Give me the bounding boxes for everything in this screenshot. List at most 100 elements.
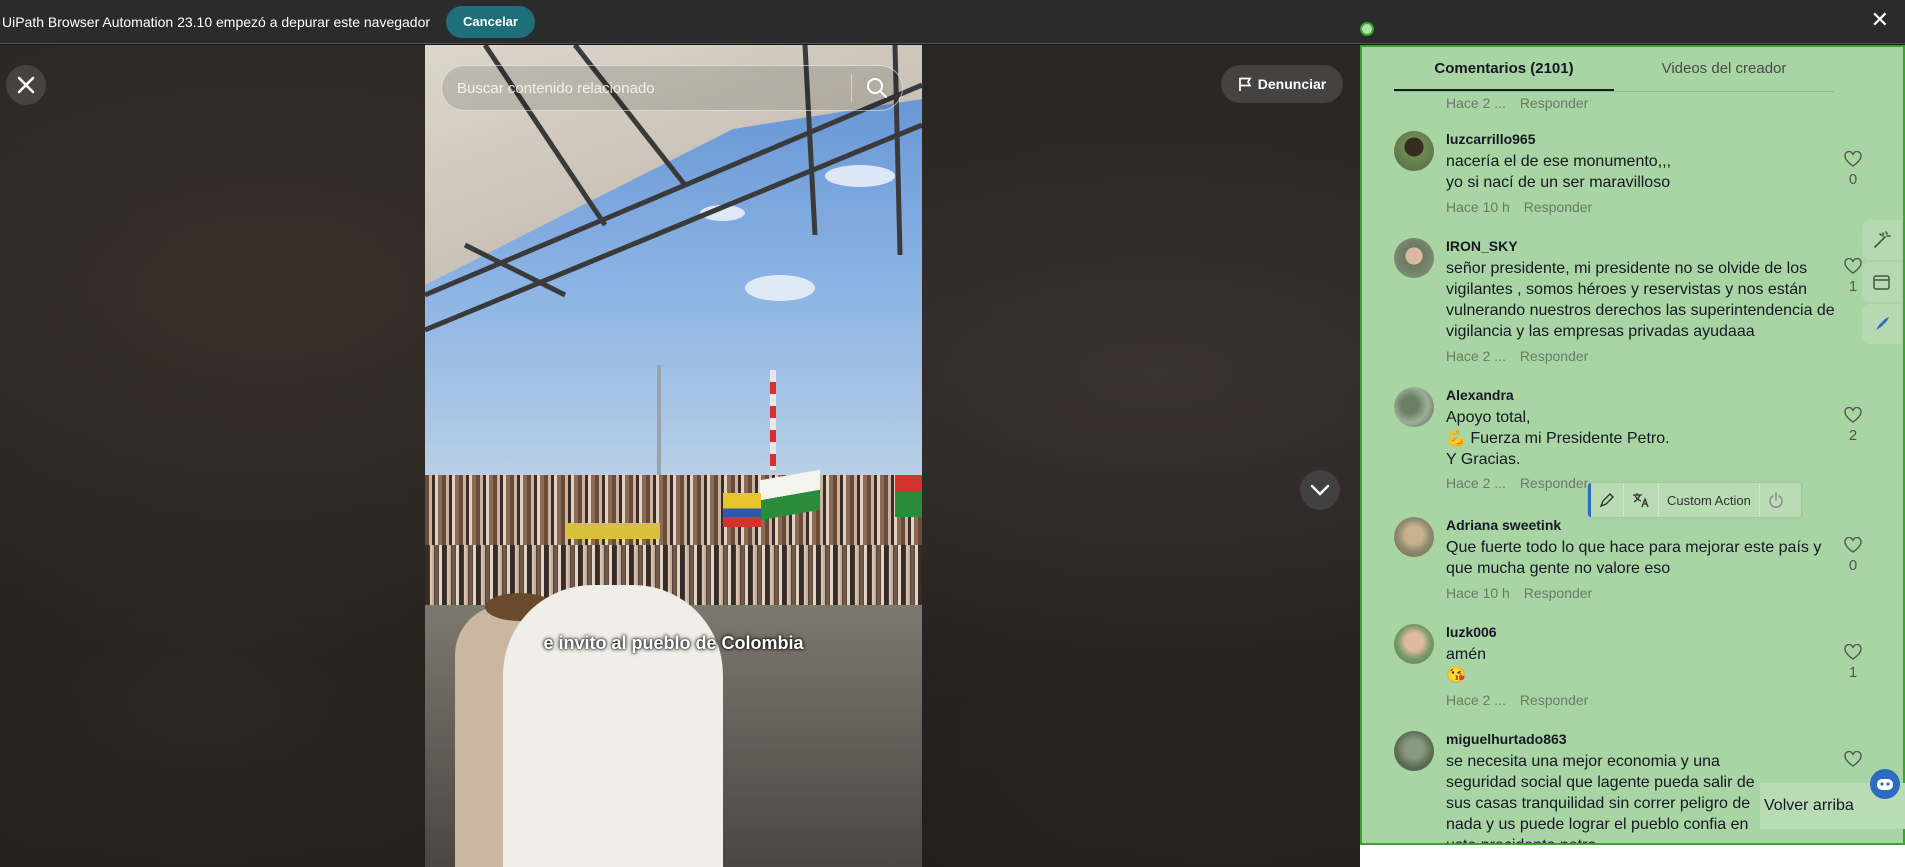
like-button[interactable]: 2 (1838, 406, 1868, 444)
heart-icon (1844, 643, 1862, 660)
like-button[interactable]: 0 (1838, 536, 1868, 574)
rocket-icon (1876, 317, 1889, 330)
close-video-button[interactable] (6, 65, 46, 105)
comment-line: amén (1446, 646, 1487, 663)
heart-icon (1844, 536, 1862, 553)
like-button[interactable]: 1 (1838, 643, 1868, 681)
comment-line: nacería el de ese monumento,,, (1446, 153, 1672, 170)
reply-link[interactable]: Responder (1520, 692, 1589, 708)
comment-time: Hace 2 ... (1446, 348, 1506, 364)
heart-icon (1844, 750, 1862, 767)
comment-line: Apoyo total, (1446, 409, 1531, 426)
tab-creator-videos[interactable]: Videos del creador (1614, 47, 1834, 91)
comment-meta: Hace 2 ... Responder (1446, 475, 1598, 491)
comment-time: Hace 10 h (1446, 585, 1510, 601)
cancel-button[interactable]: Cancelar (446, 5, 535, 38)
avatar[interactable] (1394, 238, 1434, 278)
close-debug-icon[interactable]: ✕ (1871, 8, 1889, 32)
comment-line: 💪 Fuerza mi Presidente Petro. (1446, 430, 1670, 447)
video-subtitle: e invito al pueblo de Colombia (543, 633, 804, 653)
comments-panel: Comentarios (2101) Videos del creador Ha… (1360, 45, 1905, 845)
panel-bottom-area (1360, 845, 1905, 867)
search-input[interactable] (442, 79, 851, 97)
comment-line: Y Gracias. (1446, 451, 1521, 468)
comment-time: Hace 2 ... (1446, 95, 1506, 111)
comment-text: amén 😘 (1446, 644, 1836, 686)
magic-wand-icon (1874, 231, 1891, 248)
comment-text: señor presidente, mi presidente no se ol… (1446, 260, 1835, 340)
antenna-tower (770, 370, 776, 470)
custom-action-button[interactable]: Custom Action (1659, 483, 1760, 517)
comment-text: Que fuerte todo lo que hace para mejorar… (1446, 539, 1822, 577)
comment-username[interactable]: luzk006 (1446, 624, 1497, 640)
report-button[interactable]: Denunciar (1221, 65, 1343, 103)
tab-comments[interactable]: Comentarios (2101) (1394, 47, 1614, 91)
pencil-icon (1599, 493, 1614, 508)
heart-icon (1844, 257, 1862, 274)
comment-text: Apoyo total, 💪 Fuerza mi Presidente Petr… (1446, 407, 1836, 470)
close-icon (17, 76, 35, 94)
comment-time: Hace 2 ... (1446, 475, 1506, 491)
search-button[interactable] (852, 77, 902, 99)
banner (565, 523, 660, 539)
video-frame[interactable]: e invito al pueblo de Colombia (425, 45, 922, 867)
like-count: 0 (1848, 557, 1858, 574)
power-icon (1769, 492, 1783, 508)
reply-link[interactable]: Responder (1520, 95, 1589, 111)
like-count: 2 (1848, 427, 1858, 444)
comment-username[interactable]: Alexandra (1446, 387, 1514, 403)
power-tool[interactable] (1760, 483, 1792, 517)
side-tool-button[interactable] (1862, 262, 1902, 302)
flag-icon (1238, 77, 1252, 91)
side-tool-button[interactable] (1862, 304, 1902, 344)
speaker (503, 585, 723, 867)
tab-divider (1394, 91, 1834, 92)
debug-message: UiPath Browser Automation 23.10 empezó a… (2, 13, 431, 30)
heart-icon (1844, 406, 1862, 423)
highlight-tool[interactable] (1591, 483, 1624, 517)
comment-meta: Hace 2 ... Responder (1446, 95, 1598, 111)
search-icon (867, 78, 887, 98)
uipath-element-toolbar: Custom Action (1588, 483, 1801, 517)
comment-line: yo si nací de un ser maravilloso (1446, 174, 1671, 191)
avatar[interactable] (1394, 131, 1434, 171)
comment-username[interactable]: luzcarrillo965 (1446, 131, 1536, 147)
panel-tabs: Comentarios (2101) Videos del creador (1394, 47, 1834, 91)
avatar[interactable] (1394, 387, 1434, 427)
comment-username[interactable]: Adriana sweetink (1446, 517, 1561, 533)
comment-username[interactable]: IRON_SKY (1446, 238, 1518, 254)
selection-anchor-icon (1360, 22, 1374, 36)
reply-link[interactable]: Responder (1520, 348, 1589, 364)
translate-tool[interactable] (1624, 483, 1659, 517)
reply-link[interactable]: Responder (1520, 475, 1589, 491)
robot-face-icon (1877, 779, 1893, 790)
comment-text: se necesita una mejor economia y una seg… (1446, 753, 1755, 843)
debug-bar: UiPath Browser Automation 23.10 empezó a… (0, 0, 1905, 44)
comment-meta: Hace 10 h Responder (1446, 199, 1602, 215)
comment-line: 😘 (1446, 667, 1466, 684)
like-count: 1 (1848, 664, 1858, 681)
comment-time: Hace 2 ... (1446, 692, 1506, 708)
reply-link[interactable]: Responder (1524, 585, 1593, 601)
flag (895, 475, 922, 517)
comment-meta: Hace 10 h Responder (1446, 585, 1602, 601)
comment-time: Hace 10 h (1446, 199, 1510, 215)
avatar[interactable] (1394, 624, 1434, 664)
assistant-robot-icon[interactable] (1870, 769, 1900, 799)
reply-link[interactable]: Responder (1524, 199, 1593, 215)
chevron-down-icon (1310, 484, 1330, 496)
comment-meta: Hace 2 ... Responder (1446, 692, 1598, 708)
avatar[interactable] (1394, 731, 1434, 771)
side-tool-button[interactable] (1862, 220, 1902, 260)
related-search-box[interactable] (441, 65, 903, 111)
avatar[interactable] (1394, 517, 1434, 557)
comment-meta: Hace 2 ... Responder (1446, 348, 1598, 364)
translate-icon (1633, 493, 1649, 508)
like-count: 0 (1848, 171, 1858, 188)
report-label: Denunciar (1257, 76, 1327, 92)
comment-username[interactable]: miguelhurtado863 (1446, 731, 1567, 747)
like-button[interactable] (1838, 750, 1868, 771)
calendar-icon (1873, 275, 1890, 290)
like-button[interactable]: 0 (1838, 150, 1868, 188)
next-video-button[interactable] (1300, 470, 1340, 510)
